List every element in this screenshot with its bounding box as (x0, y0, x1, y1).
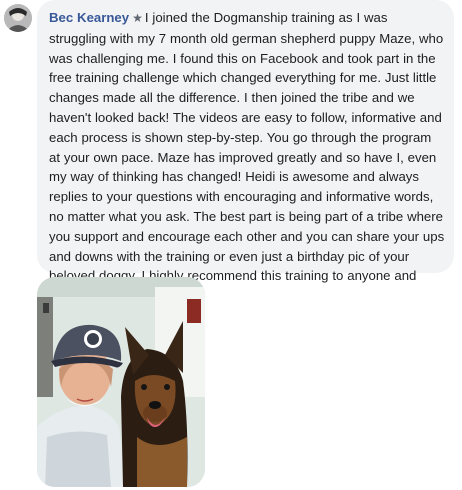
comment-bubble: Bec Kearney ★ I joined the Dogmanship trai… (37, 0, 454, 323)
comment-text: I joined the Dogmanship training as I wa… (49, 10, 445, 303)
avatar[interactable] (4, 4, 32, 32)
comment-author-link[interactable]: Bec Kearney (49, 10, 129, 25)
attached-photo[interactable] (37, 277, 205, 487)
star-icon: ★ (132, 11, 143, 25)
